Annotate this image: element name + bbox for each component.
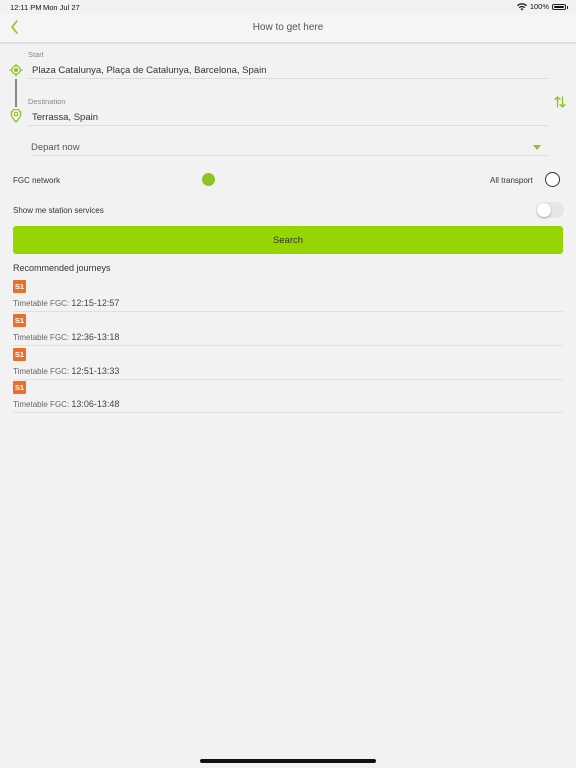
all-transport-label: All transport (490, 176, 533, 185)
journey-divider (13, 311, 563, 312)
journey-divider (13, 412, 563, 413)
nav-bar: How to get here (0, 14, 576, 43)
line-badge: S1 (13, 381, 26, 394)
timetable-label: Timetable FGC: (13, 333, 72, 342)
timetable-label: Timetable FGC: (13, 299, 72, 308)
start-label: Start (28, 50, 44, 59)
journey-time: 12:36-13:18 (71, 332, 120, 342)
all-transport-radio[interactable] (545, 172, 560, 187)
line-badge: S1 (13, 314, 26, 327)
line-badge: S1 (13, 280, 26, 293)
fgc-network-label: FGC network (13, 176, 61, 185)
journey-divider (13, 345, 563, 346)
journey-divider (13, 379, 563, 380)
caret-down-icon (533, 145, 541, 150)
search-button[interactable]: Search (13, 226, 563, 254)
fgc-network-radio[interactable] (202, 173, 215, 186)
start-input[interactable]: Plaza Catalunya, Plaça de Catalunya, Bar… (32, 65, 266, 76)
journey-timetable: Timetable FGC: 12:36-13:18 (13, 332, 119, 342)
crosshair-location-icon (9, 63, 23, 77)
timetable-label: Timetable FGC: (13, 367, 72, 376)
timetable-label: Timetable FGC: (13, 400, 72, 409)
page-title: How to get here (252, 22, 324, 33)
journey-item[interactable]: S1 Timetable FGC: 12:51-13:33 (13, 348, 563, 382)
depart-time-select[interactable]: Depart now (31, 138, 548, 156)
line-badge: S1 (13, 348, 26, 361)
journey-time: 13:06-13:48 (71, 399, 120, 409)
route-connector-line (15, 79, 17, 107)
depart-select-value: Depart now (31, 142, 80, 153)
start-underline (28, 78, 548, 79)
battery-percent: 100% (529, 2, 549, 11)
swap-vertical-icon (554, 96, 566, 108)
destination-input[interactable]: Terrassa, Spain (32, 112, 98, 123)
journey-time: 12:15-12:57 (71, 298, 120, 308)
toggle-knob (537, 203, 551, 217)
journey-timetable: Timetable FGC: 13:06-13:48 (13, 399, 119, 409)
wifi-icon (516, 2, 527, 10)
destination-label: Destination (28, 97, 66, 106)
station-services-toggle[interactable] (536, 202, 564, 218)
journey-item[interactable]: S1 Timetable FGC: 12:15-12:57 (13, 280, 563, 314)
recommended-journeys-title: Recommended journeys (13, 263, 111, 273)
depart-underline (31, 155, 548, 156)
status-date: Mon Jul 27 (43, 3, 80, 12)
status-time: 12:11 PM (10, 3, 42, 12)
map-pin-icon (10, 109, 22, 123)
journey-item[interactable]: S1 Timetable FGC: 13:06-13:48 (13, 381, 563, 415)
journey-timetable: Timetable FGC: 12:15-12:57 (13, 298, 119, 308)
swap-button[interactable] (553, 94, 567, 110)
destination-underline (28, 125, 548, 126)
status-bar: 12:11 PM Mon Jul 27 100% (0, 0, 576, 14)
journey-time: 12:51-13:33 (71, 366, 120, 376)
journey-item[interactable]: S1 Timetable FGC: 12:36-13:18 (13, 314, 563, 348)
battery-icon (552, 3, 568, 10)
status-indicators: 100% (516, 2, 568, 11)
station-services-label: Show me station services (13, 206, 104, 215)
home-indicator[interactable] (200, 759, 376, 763)
journey-timetable: Timetable FGC: 12:51-13:33 (13, 366, 119, 376)
